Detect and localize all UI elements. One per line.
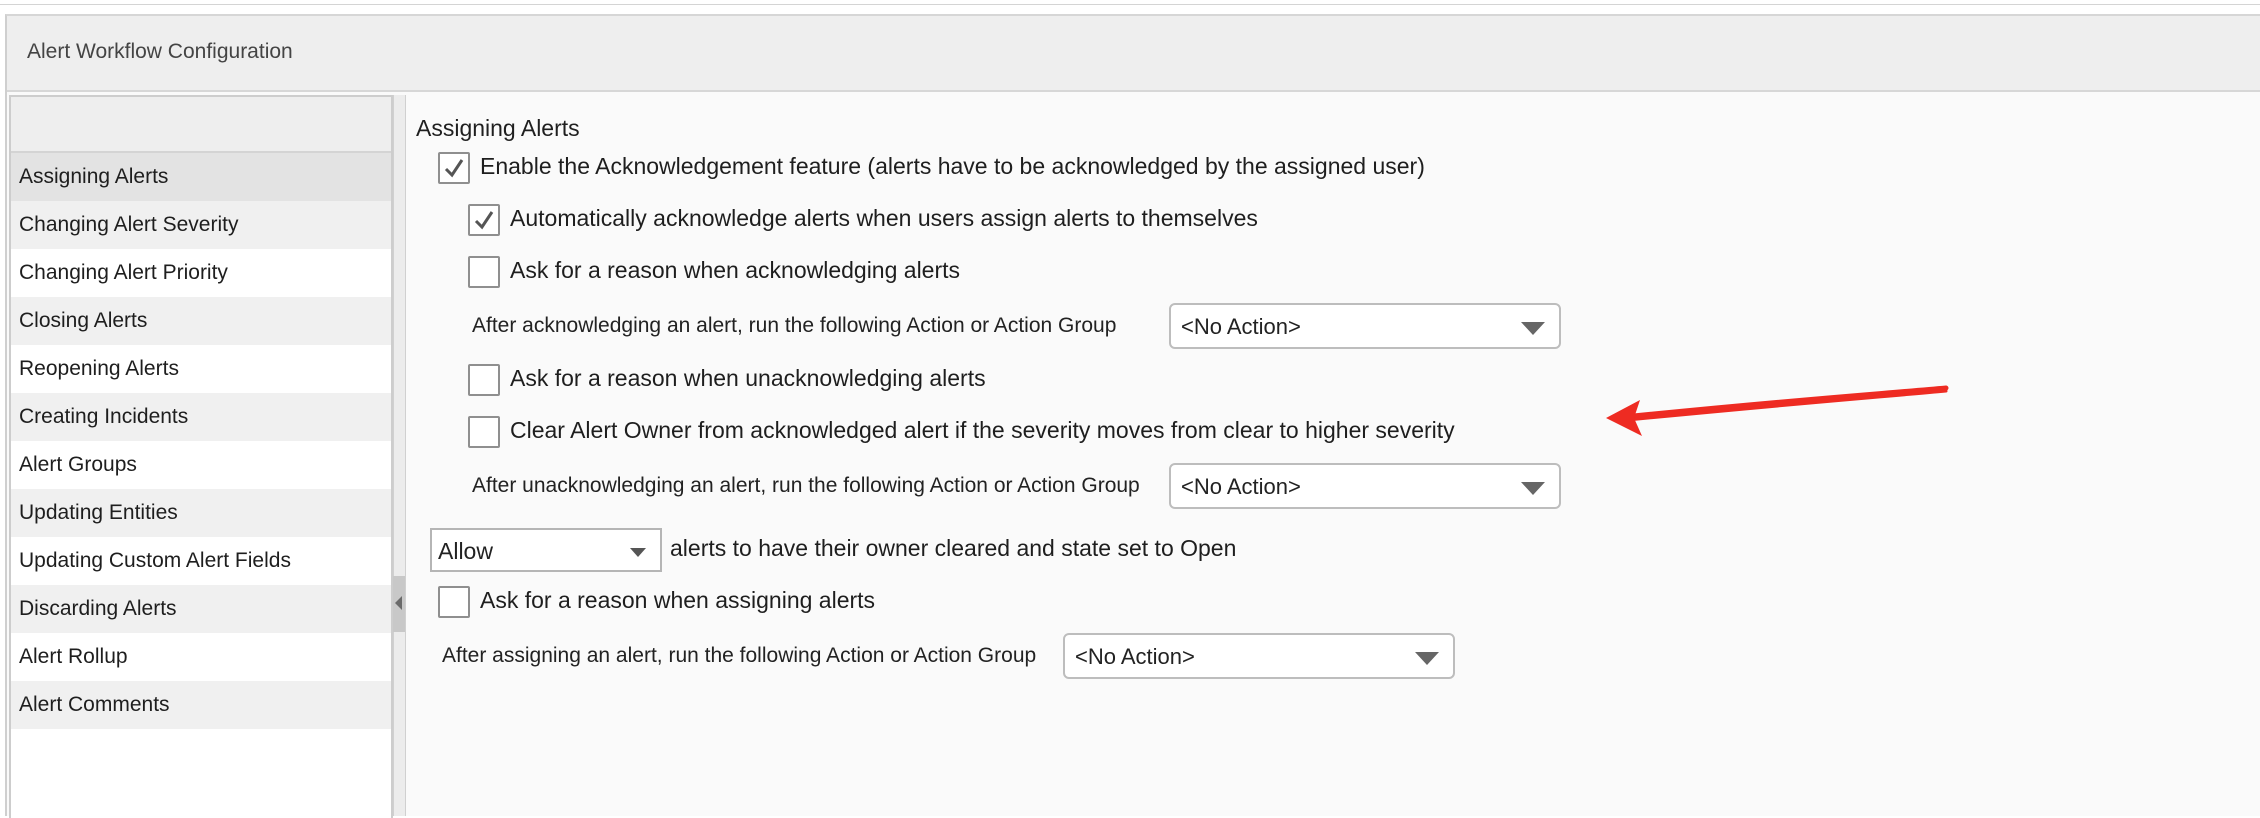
ask-reason-unack-label: Ask for a reason when unacknowledging al… bbox=[510, 365, 986, 391]
collapse-sidebar-handle[interactable] bbox=[393, 576, 405, 632]
checkmark-icon bbox=[444, 159, 464, 178]
title-bar: Alert Workflow Configuration bbox=[7, 16, 2260, 92]
after-unack-action-value: <No Action> bbox=[1181, 474, 1301, 499]
after-assign-label: After assigning an alert, run the follow… bbox=[442, 644, 1037, 667]
sidebar-item-discarding-alerts[interactable]: Discarding Alerts bbox=[11, 585, 391, 633]
sidebar-item-assigning-alerts[interactable]: Assigning Alerts bbox=[11, 153, 391, 201]
after-ack-action-value: <No Action> bbox=[1181, 314, 1301, 339]
sidebar: Assigning Alerts Changing Alert Severity… bbox=[9, 95, 393, 818]
ask-reason-ack-label: Ask for a reason when acknowledging aler… bbox=[510, 257, 961, 283]
sidebar-item-updating-custom-alert-fields[interactable]: Updating Custom Alert Fields bbox=[11, 537, 391, 585]
after-unack-label: After unacknowledging an alert, run the … bbox=[472, 474, 1140, 497]
sidebar-item-creating-incidents[interactable]: Creating Incidents bbox=[11, 393, 391, 441]
allow-owner-clear-select[interactable]: Allow bbox=[430, 528, 662, 572]
dropdown-arrow-icon bbox=[1521, 482, 1545, 495]
panel-splitter[interactable] bbox=[393, 95, 406, 816]
ask-reason-unack-checkbox[interactable] bbox=[468, 364, 500, 396]
sidebar-item-changing-alert-severity[interactable]: Changing Alert Severity bbox=[11, 201, 391, 249]
ask-reason-assign-checkbox[interactable] bbox=[438, 586, 470, 618]
main-content: Assigning Alerts Enable the Acknowledgem… bbox=[406, 95, 2260, 816]
sidebar-item-alert-rollup[interactable]: Alert Rollup bbox=[11, 633, 391, 681]
enable-ack-label: Enable the Acknowledgement feature (aler… bbox=[480, 153, 1425, 179]
auto-ack-label: Automatically acknowledge alerts when us… bbox=[510, 205, 1258, 231]
sidebar-header bbox=[11, 97, 391, 153]
section-title: Assigning Alerts bbox=[416, 115, 580, 141]
auto-ack-checkbox[interactable] bbox=[468, 204, 500, 236]
enable-ack-checkbox[interactable] bbox=[438, 152, 470, 184]
ask-reason-assign-label: Ask for a reason when assigning alerts bbox=[480, 587, 876, 613]
chevron-left-icon bbox=[395, 596, 402, 610]
ask-reason-ack-checkbox[interactable] bbox=[468, 256, 500, 288]
sidebar-item-changing-alert-priority[interactable]: Changing Alert Priority bbox=[11, 249, 391, 297]
allow-select-value: Allow bbox=[438, 538, 493, 564]
dropdown-arrow-icon bbox=[1415, 652, 1439, 665]
checkmark-icon bbox=[474, 211, 494, 230]
after-ack-label: After acknowledging an alert, run the fo… bbox=[472, 314, 1117, 337]
window-title: Alert Workflow Configuration bbox=[27, 40, 293, 63]
after-ack-action-dropdown[interactable]: <No Action> bbox=[1169, 303, 1561, 349]
clear-owner-checkbox[interactable] bbox=[468, 416, 500, 448]
chevron-down-icon bbox=[630, 548, 646, 557]
annotation-arrow-icon bbox=[1606, 385, 1949, 436]
sidebar-item-alert-comments[interactable]: Alert Comments bbox=[11, 681, 391, 729]
after-assign-action-dropdown[interactable]: <No Action> bbox=[1063, 633, 1455, 679]
top-border bbox=[0, 0, 2260, 5]
sidebar-item-alert-groups[interactable]: Alert Groups bbox=[11, 441, 391, 489]
sidebar-item-updating-entities[interactable]: Updating Entities bbox=[11, 489, 391, 537]
after-assign-action-value: <No Action> bbox=[1075, 644, 1195, 669]
allow-select-suffix: alerts to have their owner cleared and s… bbox=[670, 535, 1237, 561]
after-unack-action-dropdown[interactable]: <No Action> bbox=[1169, 463, 1561, 509]
sidebar-item-closing-alerts[interactable]: Closing Alerts bbox=[11, 297, 391, 345]
sidebar-item-reopening-alerts[interactable]: Reopening Alerts bbox=[11, 345, 391, 393]
dropdown-arrow-icon bbox=[1521, 322, 1545, 335]
clear-owner-label: Clear Alert Owner from acknowledged aler… bbox=[510, 417, 1455, 443]
